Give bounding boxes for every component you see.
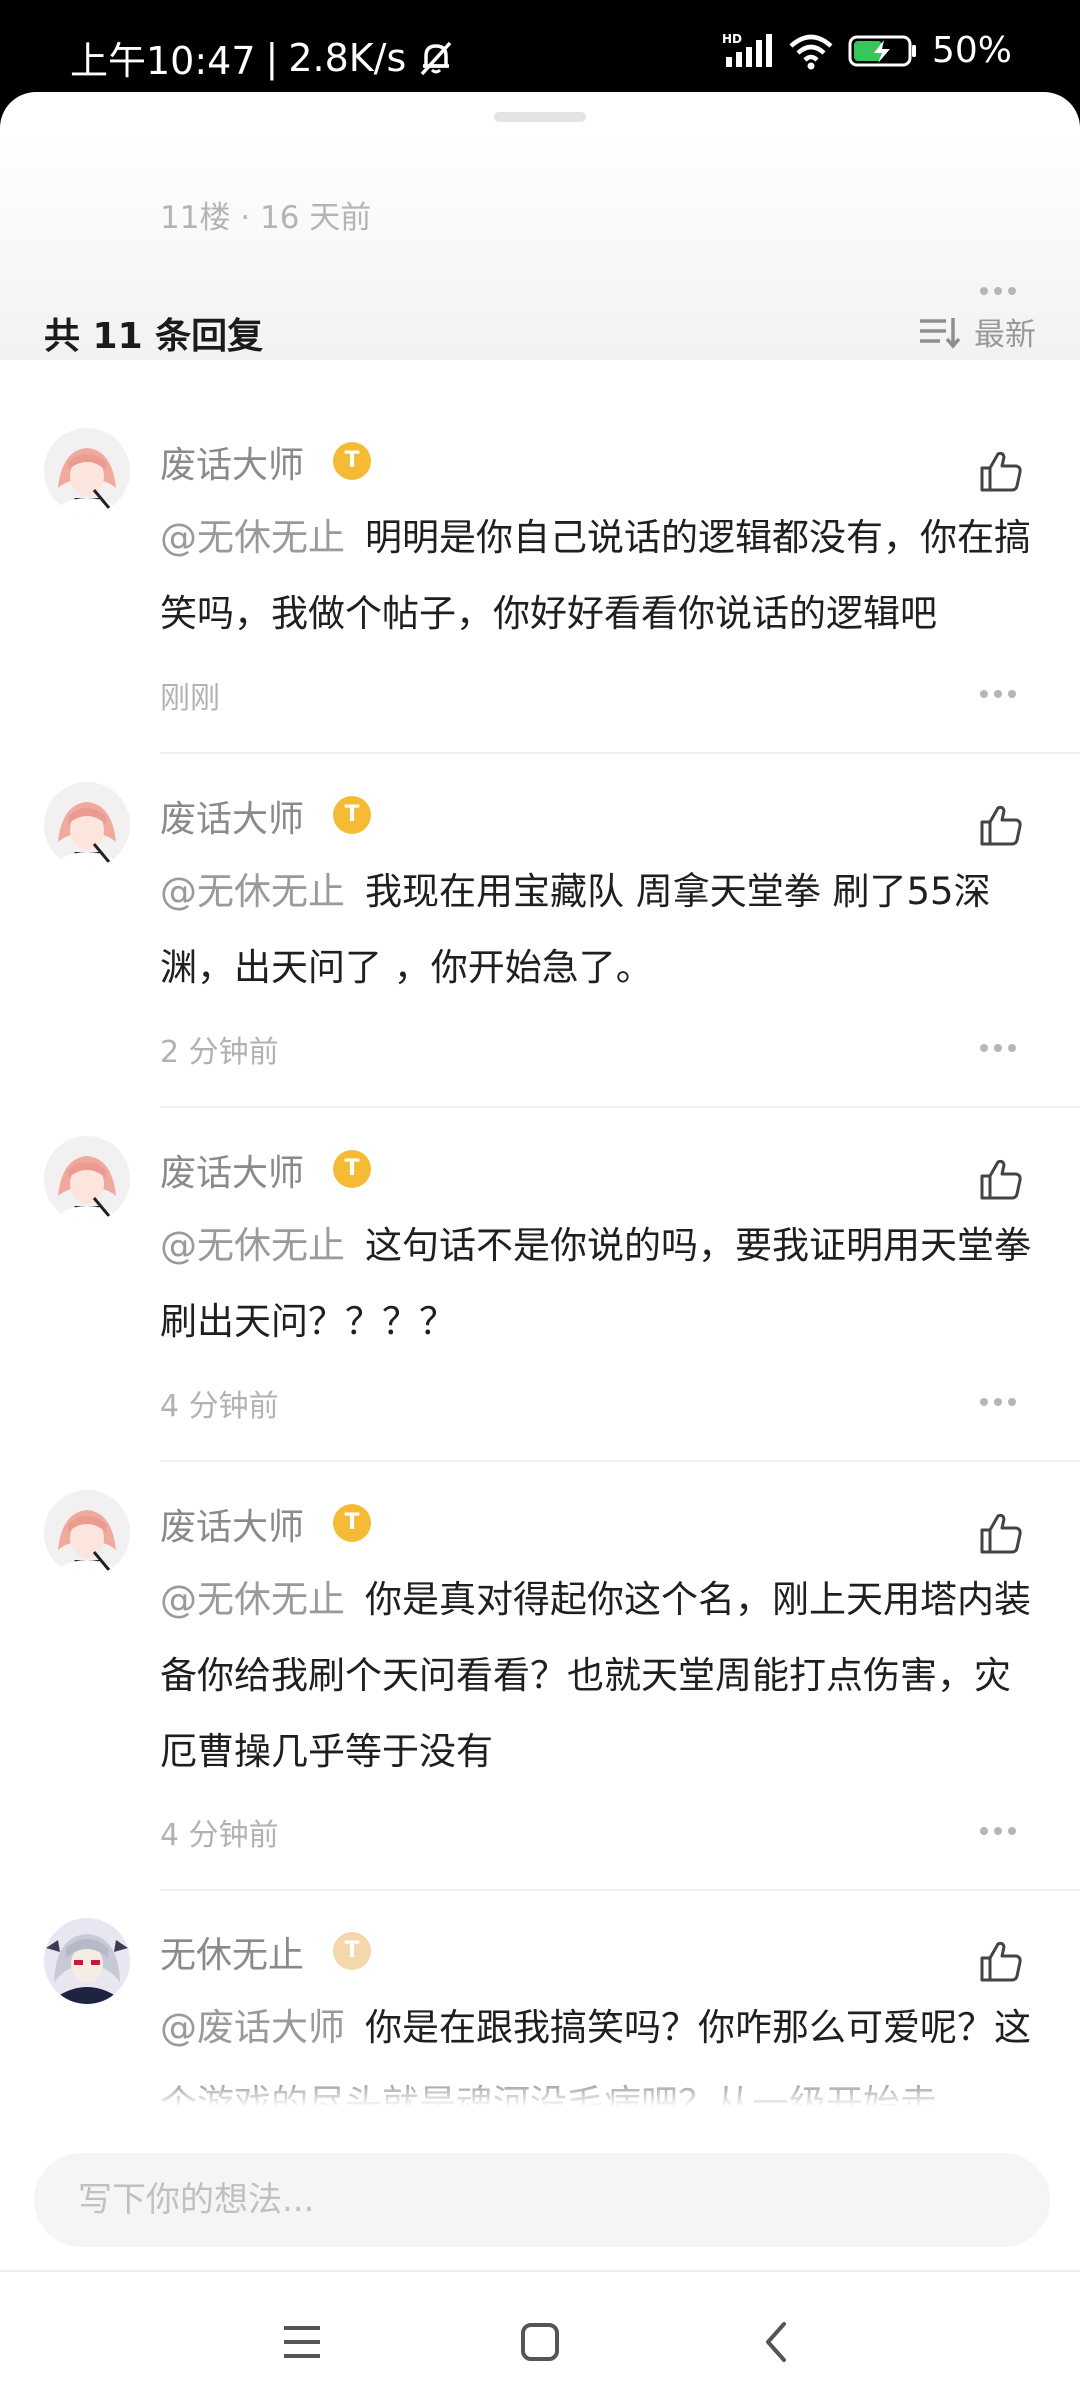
- more-icon[interactable]: [980, 287, 1020, 297]
- signal-hd-label: HD: [722, 32, 742, 46]
- comment-input-bar: [0, 2107, 1080, 2262]
- status-bar: 上午10:47 | 2.8K/s HD 50%: [0, 0, 1080, 95]
- status-time: 上午10:47: [70, 39, 256, 83]
- thumbs-up-icon[interactable]: [978, 1510, 1024, 1556]
- mute-bell-icon: [420, 41, 452, 75]
- comment-input[interactable]: [34, 2153, 1050, 2247]
- status-right: HD 50%: [722, 30, 1012, 71]
- mention-link[interactable]: @无休无止: [160, 870, 345, 913]
- more-icon[interactable]: [980, 1398, 1020, 1408]
- network-speed: 2.8K/s: [288, 35, 407, 80]
- comment-username[interactable]: 无休无止: [160, 1926, 304, 1978]
- comment-body: @无休无止 明明是你自己说话的逻辑都没有，你在搞笑吗，我做个帖子，你好好看看你说话…: [160, 500, 1040, 652]
- divider: [160, 1106, 1080, 1108]
- sort-label: 最新: [974, 317, 1036, 353]
- thumbs-up-icon[interactable]: [978, 1938, 1024, 1984]
- sheet-drag-handle[interactable]: [494, 112, 586, 122]
- comment-body: @无休无止 你是真对得起你这个名，刚上天用塔内装备你给我刷个天问看看？也就天堂周能…: [160, 1562, 1040, 1790]
- comment-username[interactable]: 废话大师: [160, 436, 304, 488]
- level-badge: T: [333, 442, 371, 480]
- reply-count-header: 共 11 条回复: [44, 316, 264, 357]
- divider: [160, 1460, 1080, 1462]
- comment-body: @无休无止 这句话不是你说的吗，要我证明用天堂拳刷出天问？？？？: [160, 1208, 1040, 1360]
- sort-button[interactable]: 最新: [918, 309, 1036, 354]
- comment-item: 废话大师 T @无休无止 我现在用宝藏队 周拿天堂拳 刷了55深渊，出天问了 ，你…: [0, 782, 1080, 1112]
- thumbs-up-icon[interactable]: [978, 448, 1024, 494]
- level-badge: T: [333, 796, 371, 834]
- avatar[interactable]: [44, 1136, 130, 1222]
- level-badge: T: [333, 1150, 371, 1188]
- thumbs-up-icon[interactable]: [978, 1156, 1024, 1202]
- mention-link[interactable]: @废话大师: [160, 2006, 345, 2049]
- more-icon[interactable]: [980, 1827, 1020, 1837]
- comment-username[interactable]: 废话大师: [160, 1144, 304, 1196]
- level-badge: T: [333, 1504, 371, 1542]
- scroll-fade: [0, 2052, 1080, 2107]
- comment-time: 4 分钟前: [160, 1389, 279, 1424]
- cell-signal-icon: HD: [722, 32, 772, 67]
- comment-sheet: 11楼 · 16 天前 共 11 条回复 最新 废话大师 T @无休无止 明明是…: [0, 92, 1080, 2400]
- wifi-icon: [789, 34, 833, 69]
- home-icon[interactable]: [510, 2312, 570, 2372]
- comment-username[interactable]: 废话大师: [160, 1498, 304, 1550]
- comment-body: @无休无止 我现在用宝藏队 周拿天堂拳 刷了55深渊，出天问了 ，你开始急了。: [160, 854, 1040, 1006]
- mention-link[interactable]: @无休无止: [160, 1224, 345, 1267]
- comment-item: 废话大师 T @无休无止 这句话不是你说的吗，要我证明用天堂拳刷出天问？？？？ 4…: [0, 1136, 1080, 1466]
- status-separator: |: [265, 35, 279, 80]
- mention-link[interactable]: @无休无止: [160, 516, 345, 559]
- comment-item: 废话大师 T @无休无止 你是真对得起你这个名，刚上天用塔内装备你给我刷个天问看看…: [0, 1490, 1080, 1890]
- avatar[interactable]: [44, 1918, 130, 2004]
- avatar[interactable]: [44, 428, 130, 514]
- battery-percent: 50%: [931, 30, 1012, 71]
- level-badge: T: [333, 1932, 371, 1970]
- comment-time: 2 分钟前: [160, 1035, 279, 1070]
- thumbs-up-icon[interactable]: [978, 802, 1024, 848]
- menu-icon[interactable]: [272, 2312, 332, 2372]
- sort-icon: [920, 317, 960, 349]
- divider: [160, 1889, 1080, 1891]
- back-icon[interactable]: [748, 2312, 808, 2372]
- more-icon[interactable]: [980, 690, 1020, 700]
- avatar[interactable]: [44, 1490, 130, 1576]
- avatar[interactable]: [44, 782, 130, 868]
- battery-icon: [848, 35, 916, 66]
- system-nav-bar: [0, 2270, 1080, 2400]
- mention-link[interactable]: @无休无止: [160, 1578, 345, 1621]
- comment-item: 废话大师 T @无休无止 明明是你自己说话的逻辑都没有，你在搞笑吗，我做个帖子，你…: [0, 428, 1080, 766]
- divider: [160, 752, 1080, 754]
- comment-username[interactable]: 废话大师: [160, 790, 304, 842]
- status-left: 上午10:47 | 2.8K/s: [70, 30, 456, 85]
- comment-time: 刚刚: [160, 681, 220, 716]
- more-icon[interactable]: [980, 1044, 1020, 1054]
- floor-meta: 11楼 · 16 天前: [160, 200, 372, 236]
- comment-time: 4 分钟前: [160, 1818, 279, 1853]
